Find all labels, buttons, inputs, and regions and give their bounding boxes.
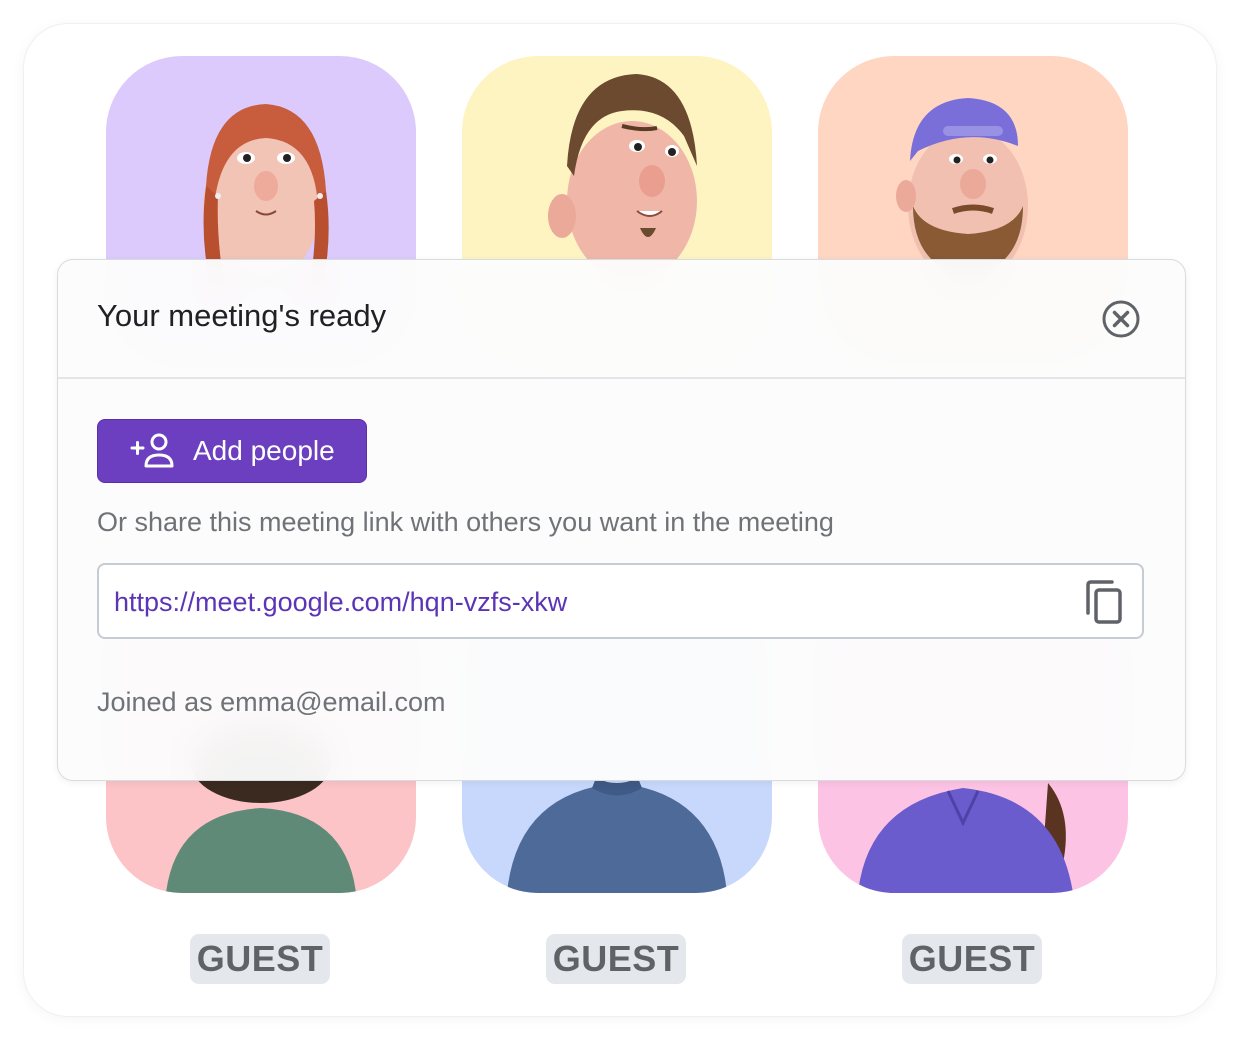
add-person-icon (130, 433, 174, 468)
copy-icon (1086, 580, 1122, 624)
guest-badge: GUEST (546, 934, 686, 984)
dialog-title: Your meeting's ready (97, 298, 387, 333)
joined-as-text: Joined as emma@email.com (97, 687, 446, 717)
share-instructions: Or share this meeting link with others y… (97, 507, 834, 537)
add-people-button[interactable]: Add people (97, 419, 367, 483)
meeting-ready-dialog: Your meeting's ready Add people Or share… (57, 259, 1186, 781)
dialog-header: Your meeting's ready (58, 260, 1185, 379)
close-circle-icon (1102, 300, 1140, 338)
copy-link-button[interactable] (1082, 579, 1126, 625)
meeting-link[interactable]: https://meet.google.com/hqn-vzfs-xkw (114, 587, 567, 618)
close-button[interactable] (1101, 299, 1141, 339)
guest-badge: GUEST (902, 934, 1042, 984)
guest-badge: GUEST (190, 934, 330, 984)
add-people-label: Add people (193, 435, 335, 466)
meeting-link-field[interactable]: https://meet.google.com/hqn-vzfs-xkw (97, 563, 1144, 639)
